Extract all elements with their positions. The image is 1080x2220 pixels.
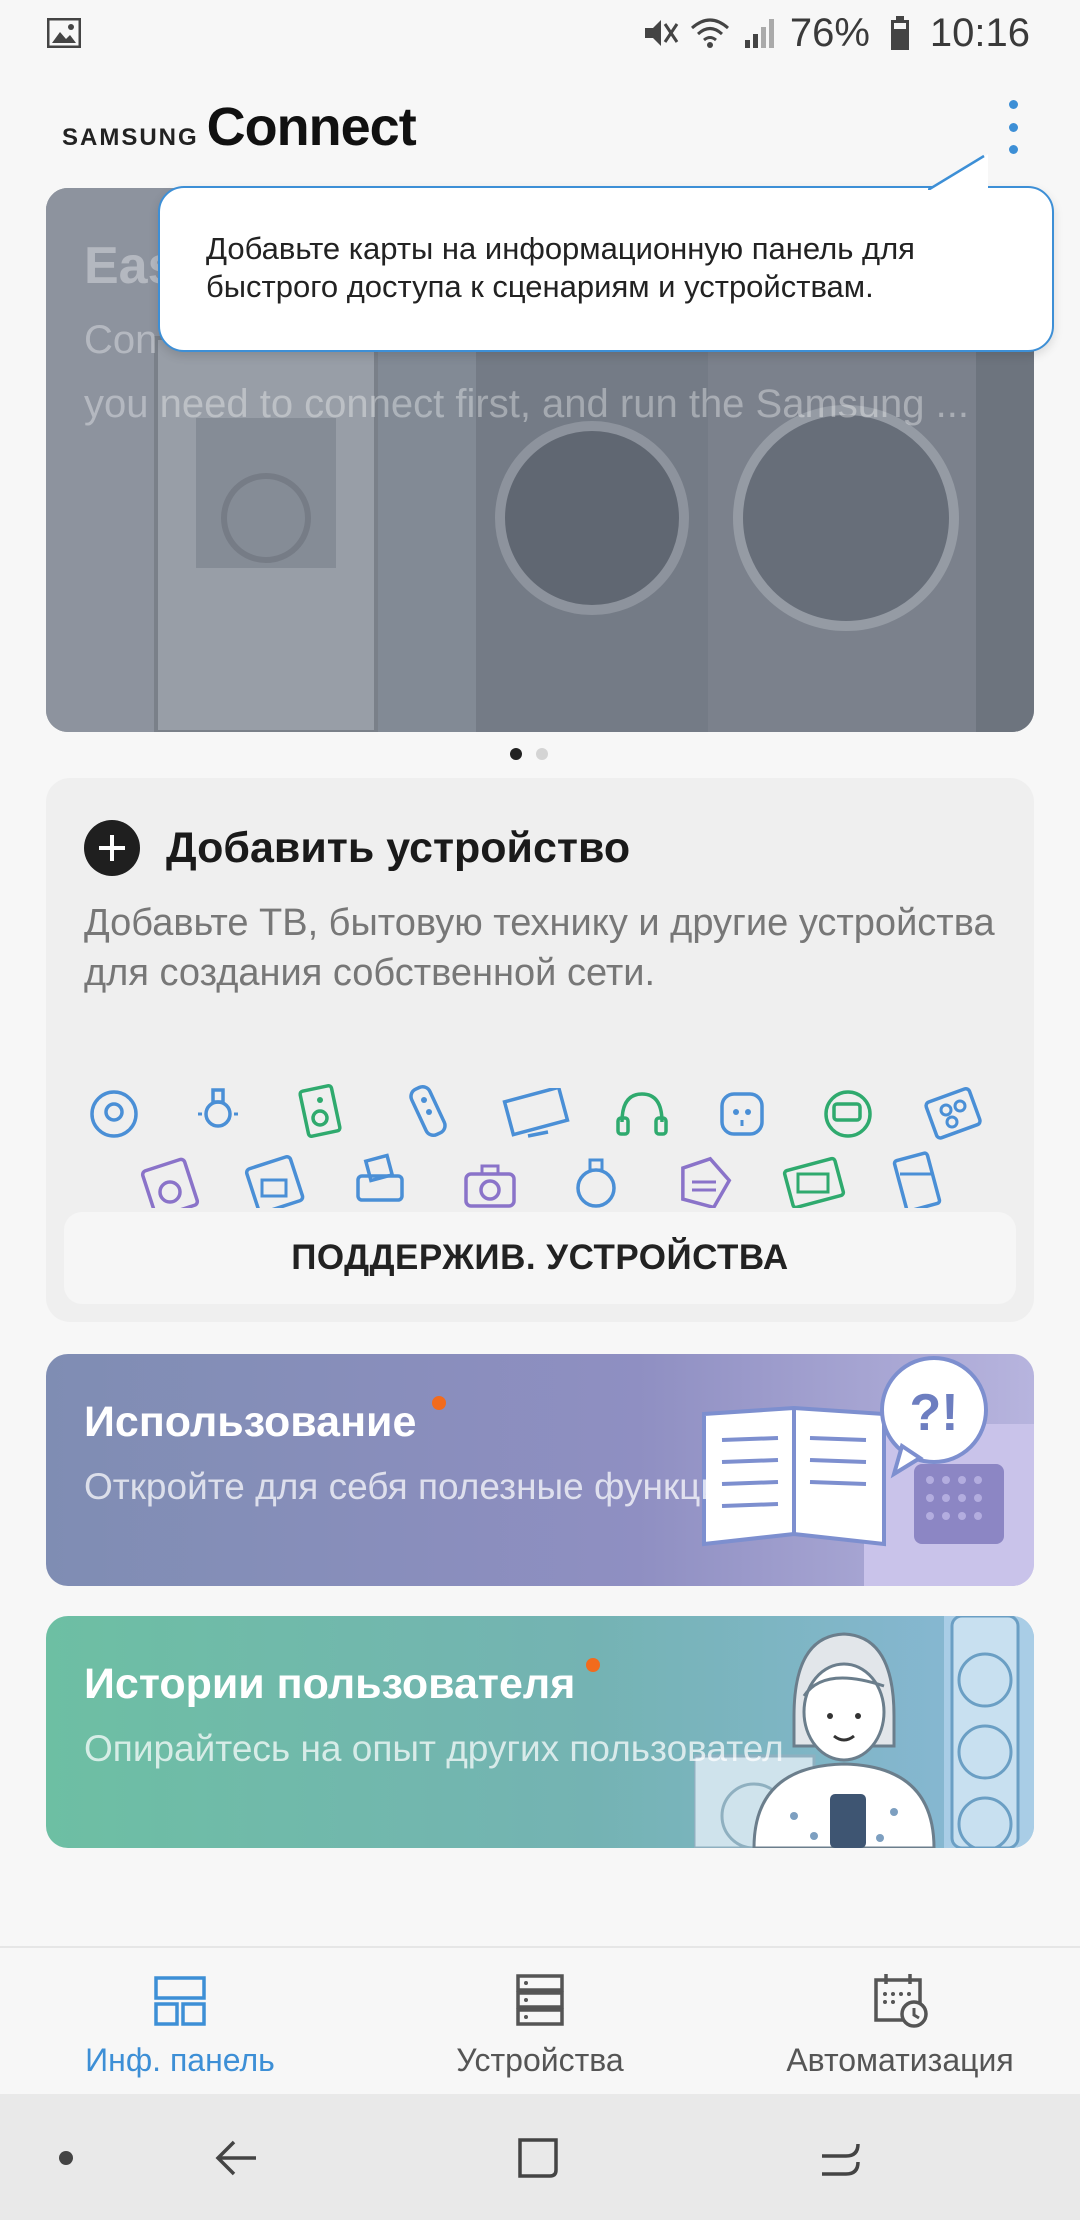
more-vertical-icon[interactable]	[998, 100, 1028, 154]
devices-icon	[516, 1974, 564, 2026]
system-navigation-bar	[0, 2094, 1080, 2220]
device-icons-row	[46, 1078, 1034, 1208]
dashboard-icon	[154, 1976, 206, 2026]
carousel-pager	[510, 748, 548, 760]
status-bar: 76% 10:16	[0, 0, 1080, 66]
new-badge-dot	[432, 1396, 446, 1410]
smart-hub-icon	[681, 1156, 732, 1208]
wifi-icon	[690, 13, 730, 53]
svg-text:?!: ?!	[909, 1384, 958, 1442]
add-circle-icon	[84, 820, 140, 876]
bottom-navigation: Инф. панель Устройства Автоматизация	[0, 1946, 1080, 2094]
camera-icon	[464, 1164, 516, 1208]
back-icon[interactable]	[206, 2128, 266, 2188]
logo-connect-text: Connect	[206, 97, 417, 157]
user-stories-card-description: Опирайтесь на опыт других пользовател	[84, 1728, 784, 1769]
app-bar: SAMSUNG Connect	[0, 80, 1080, 170]
add-device-description: Добавьте ТВ, бытовую технику и другие ус…	[84, 902, 995, 994]
supported-devices-button[interactable]: ПОДДЕРЖИВ. УСТРОЙСТВА	[64, 1212, 1016, 1304]
battery-icon	[880, 13, 920, 53]
tooltip-pointer	[928, 154, 988, 190]
add-device-title: Добавить устройство	[166, 824, 631, 872]
image-notification-icon	[44, 13, 84, 53]
tooltip-text: Добавьте карты на информационную панель …	[206, 231, 915, 304]
tab-dashboard-label: Инф. панель	[85, 2042, 275, 2078]
user-stories-card[interactable]: Истории пользователя Опирайтесь на опыт …	[46, 1616, 1034, 1848]
oven-icon	[244, 1155, 305, 1208]
home-icon[interactable]	[508, 2128, 568, 2188]
usage-card[interactable]: ?! Использование Откройте для себя полез…	[46, 1354, 1034, 1586]
battery-percent: 76%	[789, 10, 870, 55]
tab-devices[interactable]: Устройства	[360, 1948, 720, 2094]
tab-dashboard[interactable]: Инф. панель	[0, 1948, 360, 2094]
cooktop-icon	[924, 1086, 982, 1140]
usage-card-description: Откройте для себя полезные функци	[84, 1466, 721, 1507]
smart-plug-icon	[720, 1092, 764, 1136]
mute-icon	[640, 13, 680, 53]
logo-samsung-text: SAMSUNG	[62, 124, 199, 151]
dashboard-tip-tooltip[interactable]: Добавьте карты на информационную панель …	[158, 154, 1054, 352]
dot-icon[interactable]	[36, 2128, 96, 2188]
signal-icon	[740, 13, 780, 53]
tab-automation-label: Автоматизация	[786, 2042, 1014, 2078]
remote-icon	[409, 1084, 447, 1138]
air-purifier-icon	[576, 1158, 616, 1208]
refrigerator-icon	[892, 1151, 942, 1208]
new-badge-dot	[586, 1658, 600, 1672]
clock: 10:16	[929, 10, 1030, 55]
samsung-connect-logo: SAMSUNG Connect	[62, 96, 417, 158]
tv-icon	[502, 1088, 570, 1138]
hero-desc-line2: you need to connect first, and run the S…	[84, 382, 969, 426]
monitor-icon	[782, 1156, 846, 1208]
pager-dot-active	[510, 748, 522, 760]
tab-automation[interactable]: Автоматизация	[720, 1948, 1080, 2094]
camera-cam-icon	[824, 1090, 872, 1138]
light-bulb-icon	[198, 1088, 238, 1128]
add-device-card[interactable]: Добавить устройство Добавьте ТВ, бытовую…	[46, 778, 1034, 1322]
headphones-icon	[616, 1092, 668, 1136]
usage-card-title: Использование	[84, 1398, 417, 1446]
washer-icon	[140, 1157, 200, 1208]
speaker-icon	[298, 1083, 342, 1139]
user-stories-card-title: Истории пользователя	[84, 1660, 576, 1708]
automation-icon	[874, 1974, 928, 2028]
robot-vacuum-icon	[90, 1090, 138, 1138]
printer-icon	[356, 1153, 404, 1202]
pager-dot	[536, 748, 548, 760]
recents-icon[interactable]	[810, 2128, 870, 2188]
tab-devices-label: Устройства	[456, 2042, 624, 2078]
open-book-illustration: ?!	[702, 1356, 1034, 1586]
